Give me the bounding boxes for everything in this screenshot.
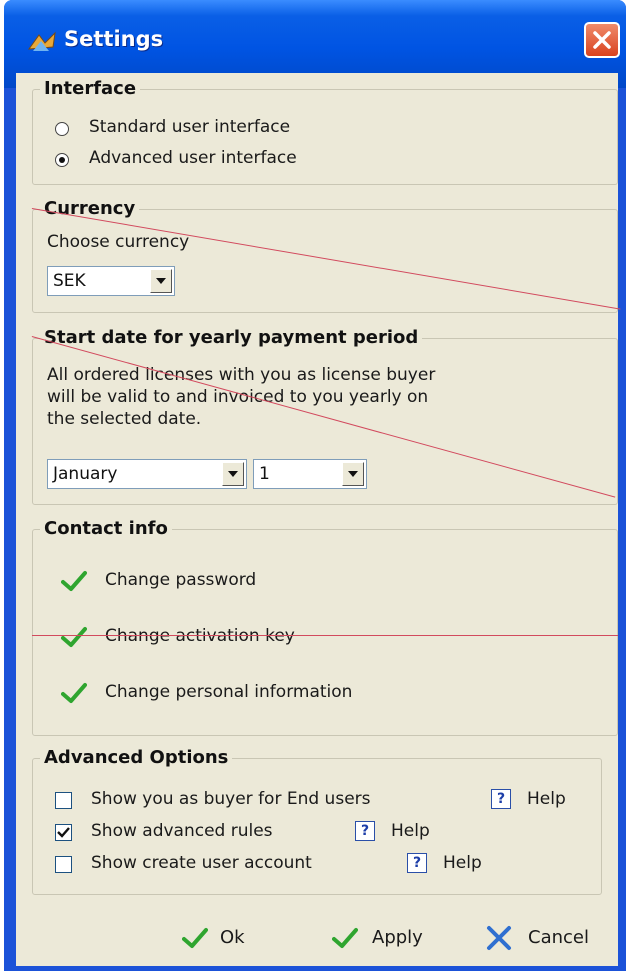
currency-prompt: Choose currency — [47, 232, 190, 252]
help-link[interactable]: Help — [443, 853, 482, 873]
ok-button[interactable]: Ok — [182, 921, 262, 955]
start-date-desc-line-3: the selected date. — [47, 409, 202, 429]
change-activation-key-link[interactable]: Change activation key — [105, 626, 295, 646]
checkmark-icon — [332, 928, 358, 948]
contact-info-legend: Contact info — [40, 516, 172, 542]
chevron-down-icon[interactable] — [222, 462, 244, 486]
checkbox-check-icon — [57, 827, 70, 838]
help-icon[interactable]: ? — [491, 789, 511, 809]
month-value: January — [53, 464, 118, 484]
buyer-for-end-users-checkbox[interactable] — [55, 792, 72, 809]
contact-info-group: Contact info Change password Change acti… — [32, 516, 618, 736]
interface-legend: Interface — [40, 76, 141, 102]
checkmark-icon — [61, 683, 87, 703]
cancel-x-icon — [487, 926, 511, 950]
interface-group: Interface Standard user interface Advanc… — [32, 76, 618, 185]
create-user-account-checkbox[interactable] — [55, 856, 72, 873]
create-user-account-label[interactable]: Show create user account — [91, 853, 312, 873]
advanced-ui-label[interactable]: Advanced user interface — [89, 148, 297, 168]
change-personal-info-link[interactable]: Change personal information — [105, 682, 352, 702]
close-icon — [593, 31, 611, 49]
close-button[interactable] — [584, 22, 620, 58]
currency-value: SEK — [53, 271, 86, 291]
help-link[interactable]: Help — [527, 789, 566, 809]
chevron-down-icon[interactable] — [150, 269, 172, 293]
cancel-label: Cancel — [528, 927, 589, 948]
help-icon[interactable]: ? — [407, 853, 427, 873]
chevron-down-icon[interactable] — [342, 462, 364, 486]
currency-group: Currency Choose currency SEK — [32, 196, 618, 313]
checkmark-icon — [61, 627, 87, 647]
advanced-ui-radio[interactable] — [55, 153, 69, 167]
advanced-options-group: Advanced Options Show you as buyer for E… — [32, 745, 602, 895]
start-date-desc-line-1: All ordered licenses with you as license… — [47, 365, 436, 385]
annotation-line — [32, 635, 618, 636]
help-icon[interactable]: ? — [355, 821, 375, 841]
start-date-desc-line-2: will be valid to and invoiced to you yea… — [47, 387, 429, 407]
checkmark-icon — [182, 928, 208, 948]
window-title: Settings — [64, 27, 164, 51]
dialog-body: Interface Standard user interface Advanc… — [16, 73, 621, 966]
day-select[interactable]: 1 — [253, 459, 367, 489]
month-select[interactable]: January — [47, 459, 247, 489]
start-date-legend: Start date for yearly payment period — [40, 325, 423, 351]
day-value: 1 — [259, 464, 270, 484]
advanced-rules-checkbox[interactable] — [55, 824, 72, 841]
apply-button[interactable]: Apply — [332, 921, 442, 955]
ok-label: Ok — [220, 927, 245, 948]
apply-label: Apply — [372, 927, 423, 948]
buyer-for-end-users-label[interactable]: Show you as buyer for End users — [91, 789, 371, 809]
change-password-link[interactable]: Change password — [105, 570, 256, 590]
standard-ui-label[interactable]: Standard user interface — [89, 117, 290, 137]
settings-window: Settings Interface Standard user interfa… — [4, 0, 626, 971]
advanced-rules-label[interactable]: Show advanced rules — [91, 821, 273, 841]
app-icon — [27, 31, 56, 51]
checkmark-icon — [61, 571, 87, 591]
advanced-options-legend: Advanced Options — [40, 745, 233, 771]
standard-ui-radio[interactable] — [55, 122, 69, 136]
start-date-group: Start date for yearly payment period All… — [32, 325, 618, 505]
help-link[interactable]: Help — [391, 821, 430, 841]
cancel-button[interactable]: Cancel — [486, 921, 612, 955]
currency-select[interactable]: SEK — [47, 266, 175, 296]
